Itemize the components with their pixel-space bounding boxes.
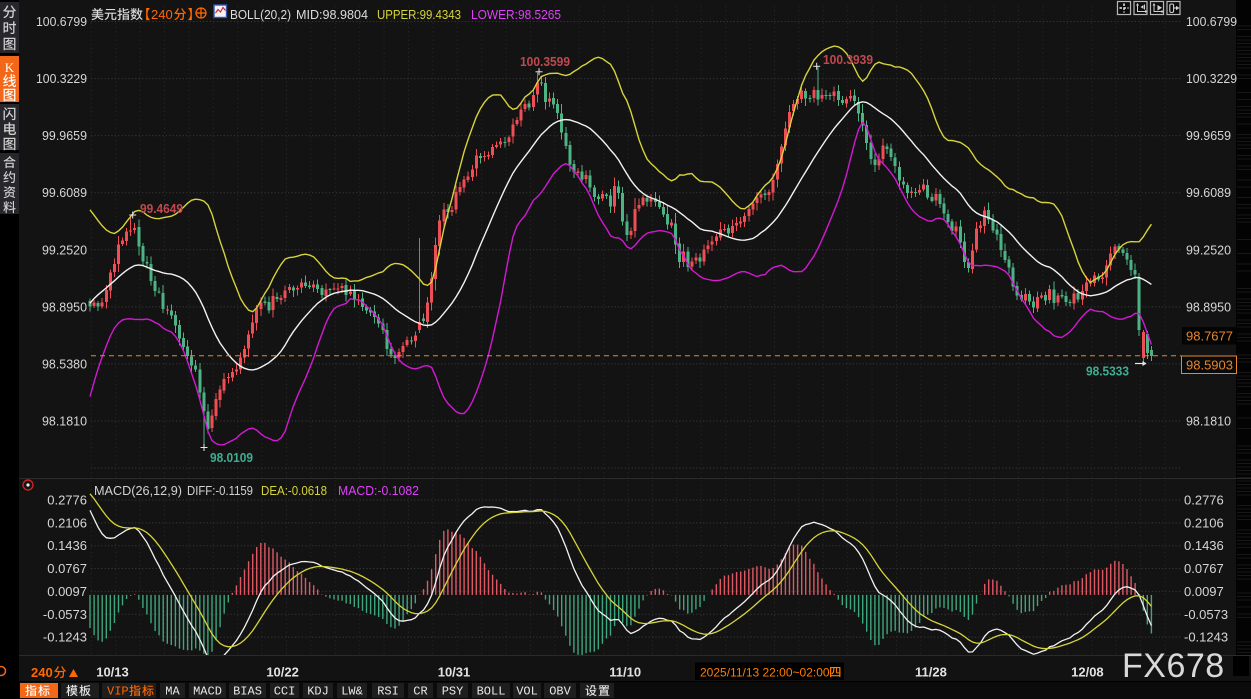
svg-text:-0.1243: -0.1243	[43, 630, 87, 645]
svg-text:BOLL(20,2): BOLL(20,2)	[230, 7, 291, 22]
svg-text:VIP: VIP	[107, 685, 129, 699]
svg-text:0.2776: 0.2776	[1184, 493, 1224, 508]
svg-text:99.4649: 99.4649	[140, 202, 183, 216]
svg-text:MACD(26,12,9): MACD(26,12,9)	[94, 483, 182, 498]
svg-text:PSY: PSY	[442, 685, 464, 699]
svg-text:99.9659: 99.9659	[42, 128, 87, 143]
svg-text:2025/11/13 22:00~02:00: 2025/11/13 22:00~02:00	[700, 666, 830, 680]
svg-text:-0.1243: -0.1243	[1184, 630, 1228, 645]
svg-text:MID:98.9804: MID:98.9804	[296, 7, 368, 22]
svg-text:100.3939: 100.3939	[823, 53, 873, 67]
svg-text:0.0767: 0.0767	[47, 561, 87, 576]
svg-text:240: 240	[151, 7, 173, 22]
svg-text:11/10: 11/10	[609, 665, 641, 680]
svg-text:0.1436: 0.1436	[1184, 538, 1224, 553]
svg-text:0.1436: 0.1436	[47, 538, 87, 553]
svg-text:10/13: 10/13	[96, 665, 129, 680]
svg-text:10/31: 10/31	[438, 665, 471, 680]
svg-text:MACD:-0.1082: MACD:-0.1082	[338, 483, 419, 498]
svg-text:FX678: FX678	[1122, 647, 1225, 685]
svg-text:10/22: 10/22	[266, 665, 299, 680]
svg-text:-0.0573: -0.0573	[43, 607, 87, 622]
svg-text:100.3229: 100.3229	[1186, 71, 1237, 86]
svg-text:99.9659: 99.9659	[1186, 128, 1231, 143]
svg-text:98.7677: 98.7677	[1186, 329, 1233, 344]
svg-text:0.2106: 0.2106	[1184, 515, 1224, 530]
svg-text:99.2520: 99.2520	[1186, 242, 1231, 257]
svg-text:0.0767: 0.0767	[1184, 561, 1224, 576]
svg-text:100.6799: 100.6799	[1186, 14, 1237, 29]
svg-text:LOWER:98.5265: LOWER:98.5265	[471, 7, 561, 22]
svg-text:CCI: CCI	[274, 685, 296, 699]
svg-text:99.6089: 99.6089	[1186, 185, 1231, 200]
svg-text:0.2776: 0.2776	[47, 493, 87, 508]
svg-text:CR: CR	[413, 685, 427, 699]
svg-text:240: 240	[31, 665, 53, 680]
svg-text:0.2106: 0.2106	[47, 515, 87, 530]
svg-text:RSI: RSI	[377, 685, 399, 699]
svg-text:100.6799: 100.6799	[36, 14, 87, 29]
svg-text:100.3599: 100.3599	[520, 55, 570, 69]
svg-text:VOL: VOL	[516, 685, 538, 699]
svg-text:99.2520: 99.2520	[42, 242, 87, 257]
svg-text:100.3229: 100.3229	[36, 71, 87, 86]
svg-text:98.5380: 98.5380	[42, 356, 87, 371]
svg-text:-0.0573: -0.0573	[1184, 607, 1228, 622]
svg-text:DEA:-0.0618: DEA:-0.0618	[261, 483, 327, 498]
svg-text:UPPER:99.4343: UPPER:99.4343	[377, 7, 461, 22]
svg-text:98.5333: 98.5333	[1086, 365, 1129, 379]
svg-text:98.1810: 98.1810	[42, 414, 87, 429]
svg-text:99.6089: 99.6089	[42, 185, 87, 200]
svg-text:98.8950: 98.8950	[42, 299, 87, 314]
svg-text:MACD: MACD	[193, 685, 222, 699]
svg-text:K: K	[5, 60, 15, 75]
svg-text:0.0097: 0.0097	[47, 584, 87, 599]
svg-text:DIFF:-0.1159: DIFF:-0.1159	[187, 483, 253, 498]
svg-text:MA: MA	[165, 685, 180, 699]
svg-text:98.5903: 98.5903	[1186, 358, 1233, 373]
svg-text:98.1810: 98.1810	[1186, 414, 1231, 429]
svg-text:98.0109: 98.0109	[210, 451, 253, 465]
svg-text:98.8950: 98.8950	[1186, 299, 1231, 314]
svg-text:OBV: OBV	[549, 685, 571, 699]
svg-text:BOLL: BOLL	[477, 685, 506, 699]
svg-text:11/28: 11/28	[915, 665, 947, 680]
svg-text:0.0097: 0.0097	[1184, 584, 1224, 599]
svg-text:BIAS: BIAS	[233, 685, 262, 699]
svg-text:12/08: 12/08	[1071, 665, 1104, 680]
svg-text:KDJ: KDJ	[307, 685, 329, 699]
svg-text:LW&: LW&	[341, 685, 363, 699]
